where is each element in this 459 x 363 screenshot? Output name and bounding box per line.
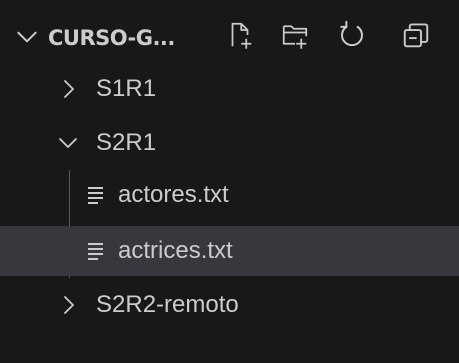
tree-item-folder[interactable]: S2R2-remoto xyxy=(0,280,459,330)
tree-item-label: actrices.txt xyxy=(118,237,233,264)
tree-item-folder[interactable]: S2R1 xyxy=(0,118,459,168)
new-file-button[interactable] xyxy=(220,15,260,55)
text-file-icon xyxy=(88,187,103,204)
tree-item-label: actores.txt xyxy=(118,181,229,208)
tree-item-file[interactable]: actores.txt xyxy=(0,170,459,220)
tree-item-folder[interactable]: S1R1 xyxy=(0,64,459,114)
tree-item-label: S2R2-remoto xyxy=(96,291,239,318)
chevron-right-icon xyxy=(64,296,74,314)
workspace-title[interactable]: CURSO-G... xyxy=(48,20,175,56)
text-file-icon xyxy=(88,243,103,260)
collapse-all-icon xyxy=(403,23,429,48)
new-folder-button[interactable] xyxy=(275,15,315,55)
refresh-icon xyxy=(340,20,363,47)
tree-item-label: S2R1 xyxy=(96,129,157,156)
new-file-icon xyxy=(231,22,252,49)
collapse-all-button[interactable] xyxy=(396,15,436,55)
refresh-button[interactable] xyxy=(332,15,372,55)
new-folder-icon xyxy=(282,25,308,49)
tree-item-label: S1R1 xyxy=(96,75,157,102)
chevron-right-icon xyxy=(64,80,74,98)
chevron-down-icon xyxy=(59,138,77,148)
chevron-down-icon[interactable] xyxy=(14,24,40,50)
tree-item-file-selected[interactable]: actrices.txt xyxy=(0,226,459,276)
explorer-panel: CURSO-G... S1R1 S2R1 actores.txt actrice… xyxy=(0,0,459,363)
